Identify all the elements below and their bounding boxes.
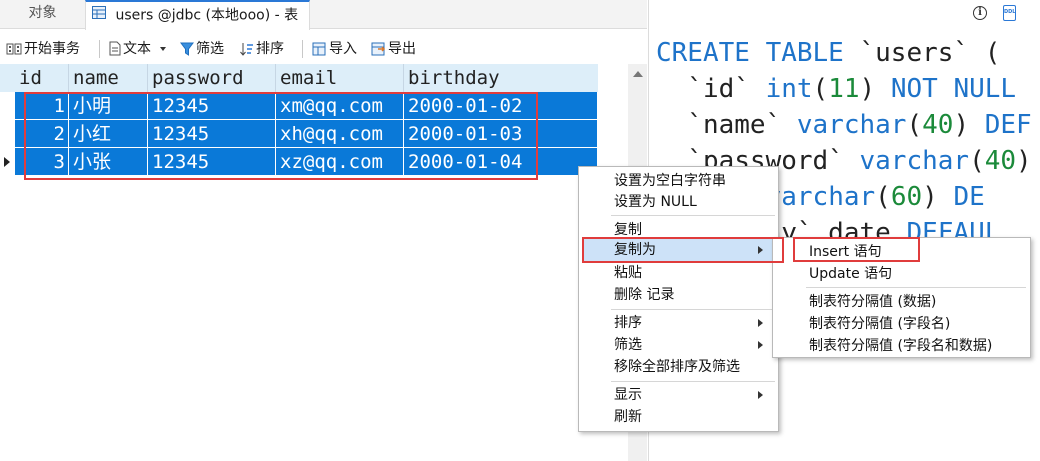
ddl-text: (: [906, 110, 923, 140]
menu-item-tsv-data[interactable]: 制表符分隔值 (数据): [776, 291, 1027, 313]
ddl-number: 60: [890, 182, 923, 212]
table-icon: [92, 2, 106, 29]
toolbar-divider: [99, 40, 100, 58]
column-header-label: name: [73, 67, 119, 89]
dropdown-caret-icon: [160, 47, 167, 51]
menu-item-delete-record[interactable]: 删除 记录: [582, 284, 775, 306]
column-header-label: password: [152, 67, 244, 89]
ddl-keyword: varchar: [765, 182, 876, 212]
toolbar-divider: [302, 40, 303, 58]
context-menu: 设置为空白字符串 设置为 NULL 复制 复制为 粘贴 删除 记录 排序 筛选 …: [578, 166, 779, 432]
ddl-text: (: [812, 74, 829, 104]
menu-item-filter-label: 筛选: [614, 337, 642, 353]
sort-button[interactable]: 排序: [240, 37, 284, 61]
menu-divider: [611, 381, 775, 382]
document-icon: [109, 41, 123, 57]
scroll-up-arrow-icon[interactable]: [633, 71, 643, 77]
insert-statement-highlight-box: [793, 237, 920, 262]
tab-bar: 对象 users @jdbc (本地ooo) - 表: [0, 0, 647, 30]
ddl-number: 40: [922, 110, 954, 140]
begin-transaction-button[interactable]: 开始事务: [6, 37, 80, 61]
sort-icon: [240, 41, 256, 57]
row-indicator[interactable]: [0, 148, 15, 176]
row-indicator[interactable]: [0, 120, 15, 148]
ddl-keyword: DEF: [984, 110, 1032, 140]
ddl-text: ): [953, 110, 985, 140]
submenu-arrow-icon: [758, 341, 763, 349]
column-header-email[interactable]: email: [276, 64, 404, 92]
tab-users-table[interactable]: users @jdbc (本地ooo) - 表: [85, 0, 310, 30]
ddl-text: (: [875, 182, 891, 212]
grid-header: id name password email birthday: [0, 64, 598, 92]
menu-item-display-label: 显示: [614, 387, 642, 403]
funnel-icon: [180, 41, 196, 57]
column-header-birthday[interactable]: birthday: [404, 64, 598, 92]
ddl-number: 11: [828, 74, 860, 104]
column-header-id[interactable]: id: [15, 64, 69, 92]
menu-divider: [611, 309, 775, 310]
menu-item-update-statement[interactable]: Update 语句: [776, 263, 1027, 285]
ddl-keyword: CREATE TABLE: [656, 38, 844, 68]
tab-users-table-label: users @jdbc (本地ooo) - 表: [115, 7, 299, 24]
ddl-keyword: NOT NULL: [890, 74, 1017, 104]
import-icon: [312, 41, 329, 57]
menu-item-tsv-field-names-and-data[interactable]: 制表符分隔值 (字段名和数据): [776, 335, 1027, 357]
menu-item-filter[interactable]: 筛选: [582, 334, 775, 356]
text-button[interactable]: 文本: [109, 37, 167, 61]
ddl-number: 40: [984, 146, 1017, 176]
submenu-arrow-icon: [758, 319, 763, 327]
menu-item-set-null[interactable]: 设置为 NULL: [582, 191, 775, 213]
ddl-keyword: varchar: [796, 110, 907, 140]
row-indicator[interactable]: [0, 92, 15, 120]
ddl-text: `name`: [656, 110, 797, 140]
table-editor-pane: 对象 users @jdbc (本地ooo) - 表 开始事务 文本 筛选 排序…: [0, 0, 647, 461]
menu-item-remove-all-sort-filter[interactable]: 移除全部排序及筛选: [582, 356, 775, 378]
menu-item-display[interactable]: 显示: [582, 384, 775, 406]
copy-as-highlight-box: [582, 237, 784, 263]
ddl-keyword: varchar: [859, 146, 970, 176]
text-label: 文本: [123, 41, 151, 57]
menu-item-sort-label: 排序: [614, 315, 642, 331]
menu-item-sort[interactable]: 排序: [582, 312, 775, 334]
import-label: 导入: [329, 41, 357, 57]
export-label: 导出: [388, 41, 416, 57]
ddl-keyword: int: [765, 74, 813, 104]
selection-highlight-box: [24, 92, 538, 180]
menu-divider: [806, 287, 1026, 288]
submenu-arrow-icon: [758, 391, 763, 399]
begin-transaction-label: 开始事务: [24, 41, 80, 57]
export-button[interactable]: 导出: [371, 37, 416, 61]
ddl-text: ): [1016, 146, 1032, 176]
transaction-icon: [6, 41, 24, 57]
toolbar: 开始事务 文本 筛选 排序 导入 导出: [0, 34, 647, 63]
tab-objects-label: 对象: [28, 5, 57, 21]
ddl-text: ): [859, 74, 891, 104]
sort-label: 排序: [256, 41, 284, 57]
column-header-name[interactable]: name: [69, 64, 148, 92]
column-header-password[interactable]: password: [148, 64, 276, 92]
ddl-text: `id`: [656, 74, 766, 104]
ddl-icon[interactable]: DDL: [1003, 5, 1016, 21]
export-icon: [371, 41, 388, 57]
import-button[interactable]: 导入: [312, 37, 357, 61]
tab-objects[interactable]: 对象: [0, 0, 85, 29]
ddl-text: ): [922, 182, 954, 212]
menu-item-refresh[interactable]: 刷新: [582, 406, 775, 428]
menu-item-tsv-field-names[interactable]: 制表符分隔值 (字段名): [776, 313, 1027, 335]
ddl-text: (: [969, 146, 985, 176]
filter-label: 筛选: [196, 41, 224, 57]
menu-item-paste[interactable]: 粘贴: [582, 262, 775, 284]
column-header-label: id: [19, 67, 42, 89]
menu-item-set-empty-string[interactable]: 设置为空白字符串: [582, 170, 775, 192]
column-header-label: birthday: [408, 67, 500, 89]
ddl-keyword: DE: [953, 182, 985, 212]
info-icon[interactable]: i: [973, 6, 987, 20]
filter-button[interactable]: 筛选: [180, 37, 224, 61]
menu-divider: [611, 215, 775, 216]
current-row-arrow-icon: [4, 157, 10, 167]
ddl-text: `users` (: [843, 38, 1001, 68]
column-header-label: email: [280, 67, 338, 89]
